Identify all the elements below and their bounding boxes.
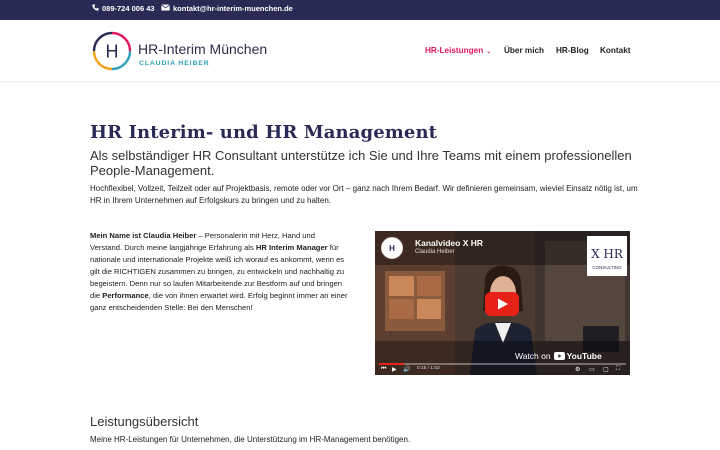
intro-paragraph: Hochflexibel, Vollzeit, Teilzeit oder au… <box>90 184 638 205</box>
previous-icon[interactable]: ⏮ <box>381 366 386 373</box>
site-header: H HR-Interim München CLAUDIA HEIBER HR-L… <box>0 20 720 82</box>
settings-icon[interactable]: ⚙ <box>575 366 580 373</box>
page-title: HR Interim- und HR Management <box>90 122 438 143</box>
about-performance: Performance <box>102 291 149 300</box>
video-logo-text: X HR <box>591 247 624 261</box>
video-logo-caption: CONSULTING <box>592 265 622 270</box>
watch-on-label: Watch on <box>515 351 551 361</box>
about-name: Mein Name ist Claudia Heiber <box>90 231 197 240</box>
chevron-down-icon: ⌄ <box>486 49 492 55</box>
youtube-icon <box>553 352 565 360</box>
services-subtitle: Meine HR-Leistungen für Unternehmen, die… <box>90 435 411 444</box>
services-title: Leistungsübersicht <box>90 414 199 429</box>
play-button-icon[interactable] <box>485 292 519 316</box>
phone-link[interactable]: 089-724 006 43 <box>92 4 155 13</box>
video-channel: Claudia Heiber <box>415 249 455 255</box>
video-time: 0:15 / 1:53 <box>417 366 440 371</box>
nav-item-hr-leistungen[interactable]: HR-Leistungen ⌄ <box>425 46 491 55</box>
theater-icon[interactable]: ▭ <box>589 366 595 373</box>
phone-number: 089-724 006 43 <box>102 4 155 13</box>
email-address: kontakt@hr-interim-muenchen.de <box>173 4 293 13</box>
about-role: HR Interim Manager <box>255 243 328 252</box>
logo-letter: H <box>106 42 119 62</box>
channel-avatar[interactable]: H <box>381 237 403 259</box>
youtube-label: YouTube <box>566 351 602 361</box>
nav-item-label: Kontakt <box>600 46 631 55</box>
play-icon[interactable]: ▶ <box>392 366 397 373</box>
video-progress-fill <box>379 363 404 365</box>
phone-icon <box>92 4 99 13</box>
nav-item-ueber-mich[interactable]: Über mich <box>504 46 544 55</box>
youtube-logo: YouTube <box>553 351 602 361</box>
watch-on-youtube-link[interactable]: Watch on YouTube <box>515 349 602 363</box>
top-bar: 089-724 006 43 kontakt@hr-interim-muench… <box>0 0 720 20</box>
nav-item-kontakt[interactable]: Kontakt <box>600 46 630 55</box>
nav-item-hr-blog[interactable]: HR-Blog <box>556 46 589 55</box>
email-link[interactable]: kontakt@hr-interim-muenchen.de <box>161 4 293 13</box>
volume-icon[interactable]: 🔊 <box>403 366 410 373</box>
video-title[interactable]: Kanalvideo X HR <box>415 238 483 248</box>
cast-icon[interactable]: ▢ <box>603 366 609 373</box>
nav-item-label: Über mich <box>504 46 545 55</box>
envelope-icon <box>161 4 170 13</box>
youtube-video-embed[interactable]: X HR CONSULTING H Kanalvideo X HR Claudi… <box>375 231 630 375</box>
brand-logo[interactable]: H <box>92 31 132 71</box>
video-progress-bar[interactable] <box>379 363 626 365</box>
fullscreen-icon[interactable]: ⛶ <box>616 366 620 373</box>
about-text: Mein Name ist Claudia Heiber – Personale… <box>90 230 348 314</box>
nav-item-label: HR-Leistungen <box>425 46 484 55</box>
brand-name[interactable]: HR-Interim München <box>138 41 267 57</box>
lead-text: Als selbständiger HR Consultant unterstü… <box>90 148 632 178</box>
nav-item-label: HR-Blog <box>556 46 589 55</box>
brand-subtitle: CLAUDIA HEIBER <box>139 60 210 67</box>
